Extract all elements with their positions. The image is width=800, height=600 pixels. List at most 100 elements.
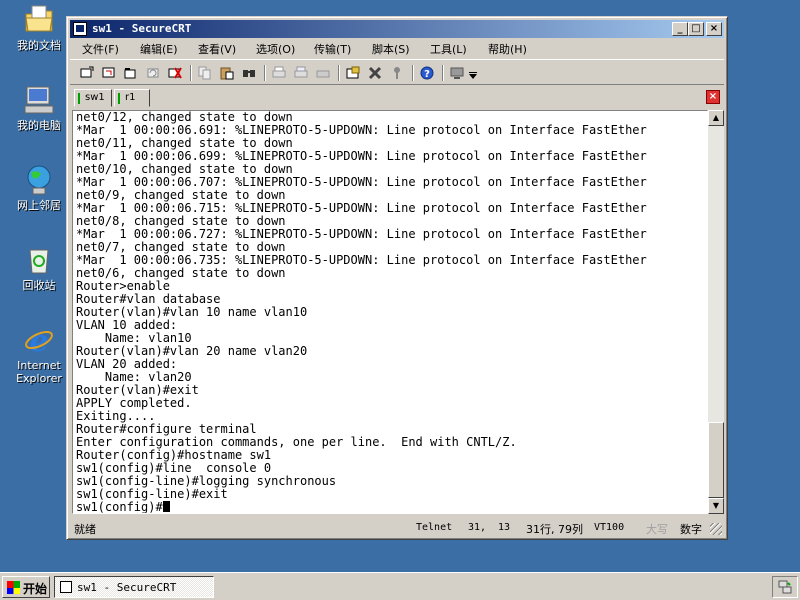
session-options-button[interactable]	[344, 64, 362, 82]
help-icon: ?	[420, 66, 434, 80]
menu-bar: 文件(F) 编辑(E) 查看(V) 选项(O) 传输(T) 脚本(S) 工具(L…	[70, 39, 724, 57]
scroll-thumb[interactable]	[708, 422, 724, 498]
menu-transfer[interactable]: 传输(T)	[314, 41, 351, 57]
reconnect-button[interactable]	[144, 64, 162, 82]
internet-explorer-icon: e	[25, 324, 53, 356]
desktop-icon-label: Internet Explorer	[16, 359, 62, 385]
status-caps-lock: 大写	[646, 523, 668, 536]
desktop-icon-my-documents[interactable]: 我的文档	[6, 4, 72, 52]
print-setup-button[interactable]	[292, 64, 310, 82]
disconnect-button[interactable]	[166, 64, 184, 82]
paste-icon	[220, 67, 234, 80]
folder-icon	[25, 5, 53, 32]
toolbar-separator	[338, 65, 340, 81]
menu-file[interactable]: 文件(F)	[82, 41, 119, 57]
toolbar-separator	[412, 65, 414, 81]
toolbar-separator	[190, 65, 192, 81]
quick-connect-icon	[102, 67, 115, 78]
status-cursor-position: 31行, 79列	[526, 523, 583, 536]
toolbar-separator	[264, 65, 266, 81]
desktop-icon-my-computer[interactable]: 我的电脑	[6, 84, 72, 132]
quick-connect-button[interactable]	[100, 64, 118, 82]
connect-tab-button[interactable]	[122, 64, 140, 82]
global-options-icon	[368, 66, 382, 80]
desktop-icon-label: 网上邻居	[17, 199, 61, 212]
menu-options[interactable]: 选项(O)	[256, 41, 295, 57]
menu-edit[interactable]: 编辑(E)	[140, 41, 178, 57]
svg-text:?: ?	[424, 69, 430, 80]
connect-icon	[80, 66, 94, 78]
terminal-output[interactable]: net0/12, changed state to down *Mar 1 00…	[72, 110, 708, 514]
print-setup-icon	[294, 66, 308, 78]
find-button[interactable]	[240, 64, 258, 82]
keymap-button[interactable]	[388, 64, 406, 82]
status-ready: 就绪	[74, 523, 96, 536]
menu-tools[interactable]: 工具(L)	[430, 41, 467, 57]
desktop-icon-internet-explorer[interactable]: e Internet Explorer	[6, 324, 72, 385]
global-options-button[interactable]	[366, 64, 384, 82]
toolbar-dropdown-button[interactable]	[468, 64, 478, 82]
copy-icon	[198, 66, 211, 80]
print-selection-button[interactable]	[314, 64, 332, 82]
tab-label: sw1	[85, 92, 105, 103]
window-title: sw1 - SecureCRT	[92, 22, 192, 35]
tab-connected-indicator	[118, 93, 120, 104]
session-tab-bar: sw1 r1 ×	[70, 87, 724, 107]
status-protocol: Telnet	[416, 522, 453, 533]
print-button[interactable]	[270, 64, 288, 82]
disconnect-icon	[168, 67, 182, 79]
menu-script[interactable]: 脚本(S)	[372, 41, 410, 57]
maximize-button[interactable]: □	[688, 22, 704, 36]
text-cursor	[162, 501, 170, 512]
desktop-icon-network[interactable]: 网上邻居	[6, 164, 72, 212]
start-label: 开始	[23, 582, 48, 596]
close-tab-button[interactable]: ×	[706, 90, 720, 104]
taskbar-item-label: sw1 - SecureCRT	[77, 581, 177, 594]
status-row: 31,	[468, 522, 487, 533]
recycle-bin-icon	[29, 249, 49, 274]
terminal-prompt: sw1(config)#	[76, 500, 163, 514]
status-emulation: VT100	[594, 522, 625, 533]
tab-r1[interactable]: r1	[114, 89, 150, 107]
paste-button[interactable]	[218, 64, 236, 82]
connect-tab-icon	[124, 68, 136, 79]
toolbar-separator	[442, 65, 444, 81]
minimize-button[interactable]: _	[672, 22, 688, 36]
network-globe-icon	[27, 165, 51, 195]
tab-sw1[interactable]: sw1	[74, 89, 112, 107]
desktop-icon-label: 回收站	[22, 279, 56, 292]
print-selection-icon	[316, 70, 330, 78]
scroll-up-button[interactable]: ▲	[708, 110, 724, 126]
taskbar-item-securecrt[interactable]: sw1 - SecureCRT	[54, 576, 214, 598]
help-button[interactable]: ?	[418, 64, 436, 82]
close-button[interactable]: ×	[706, 22, 722, 36]
connect-button[interactable]	[78, 64, 96, 82]
desktop-icon-label: 我的文档	[17, 39, 61, 52]
status-num-lock: 数字	[680, 523, 702, 536]
scroll-down-button[interactable]: ▼	[708, 498, 724, 514]
desktop-icon-label: 我的电脑	[17, 119, 61, 132]
menu-view[interactable]: 查看(V)	[198, 41, 236, 57]
resize-grip[interactable]	[710, 523, 722, 535]
network-tray-icon[interactable]	[778, 580, 792, 594]
start-button[interactable]: 开始	[2, 576, 50, 598]
taskbar: 开始 sw1 - SecureCRT	[0, 572, 800, 600]
tab-connected-indicator	[78, 93, 80, 104]
menu-help[interactable]: 帮助(H)	[488, 41, 527, 57]
computer-icon	[24, 86, 54, 114]
session-options-icon	[346, 66, 360, 79]
monitor-icon	[450, 67, 464, 79]
copy-button[interactable]	[196, 64, 214, 82]
svg-text:e: e	[29, 324, 48, 356]
desktop-icon-recycle-bin[interactable]: 回收站	[6, 244, 72, 292]
status-bar: 就绪 Telnet 31, 13 31行, 79列 VT100 大写 数字	[70, 517, 724, 537]
monitor-button[interactable]	[448, 64, 466, 82]
vertical-scrollbar[interactable]: ▲ ▼	[708, 110, 724, 514]
title-bar[interactable]: sw1 - SecureCRT _ □ ×	[70, 20, 724, 38]
tab-label: r1	[125, 92, 136, 103]
securecrt-window: sw1 - SecureCRT _ □ × 文件(F) 编辑(E) 查看(V) …	[66, 16, 728, 540]
reconnect-icon	[147, 68, 159, 78]
terminal-prompt-line[interactable]: sw1(config)#	[76, 500, 170, 514]
status-col: 13	[498, 522, 511, 533]
toolbar: ?	[70, 59, 724, 85]
